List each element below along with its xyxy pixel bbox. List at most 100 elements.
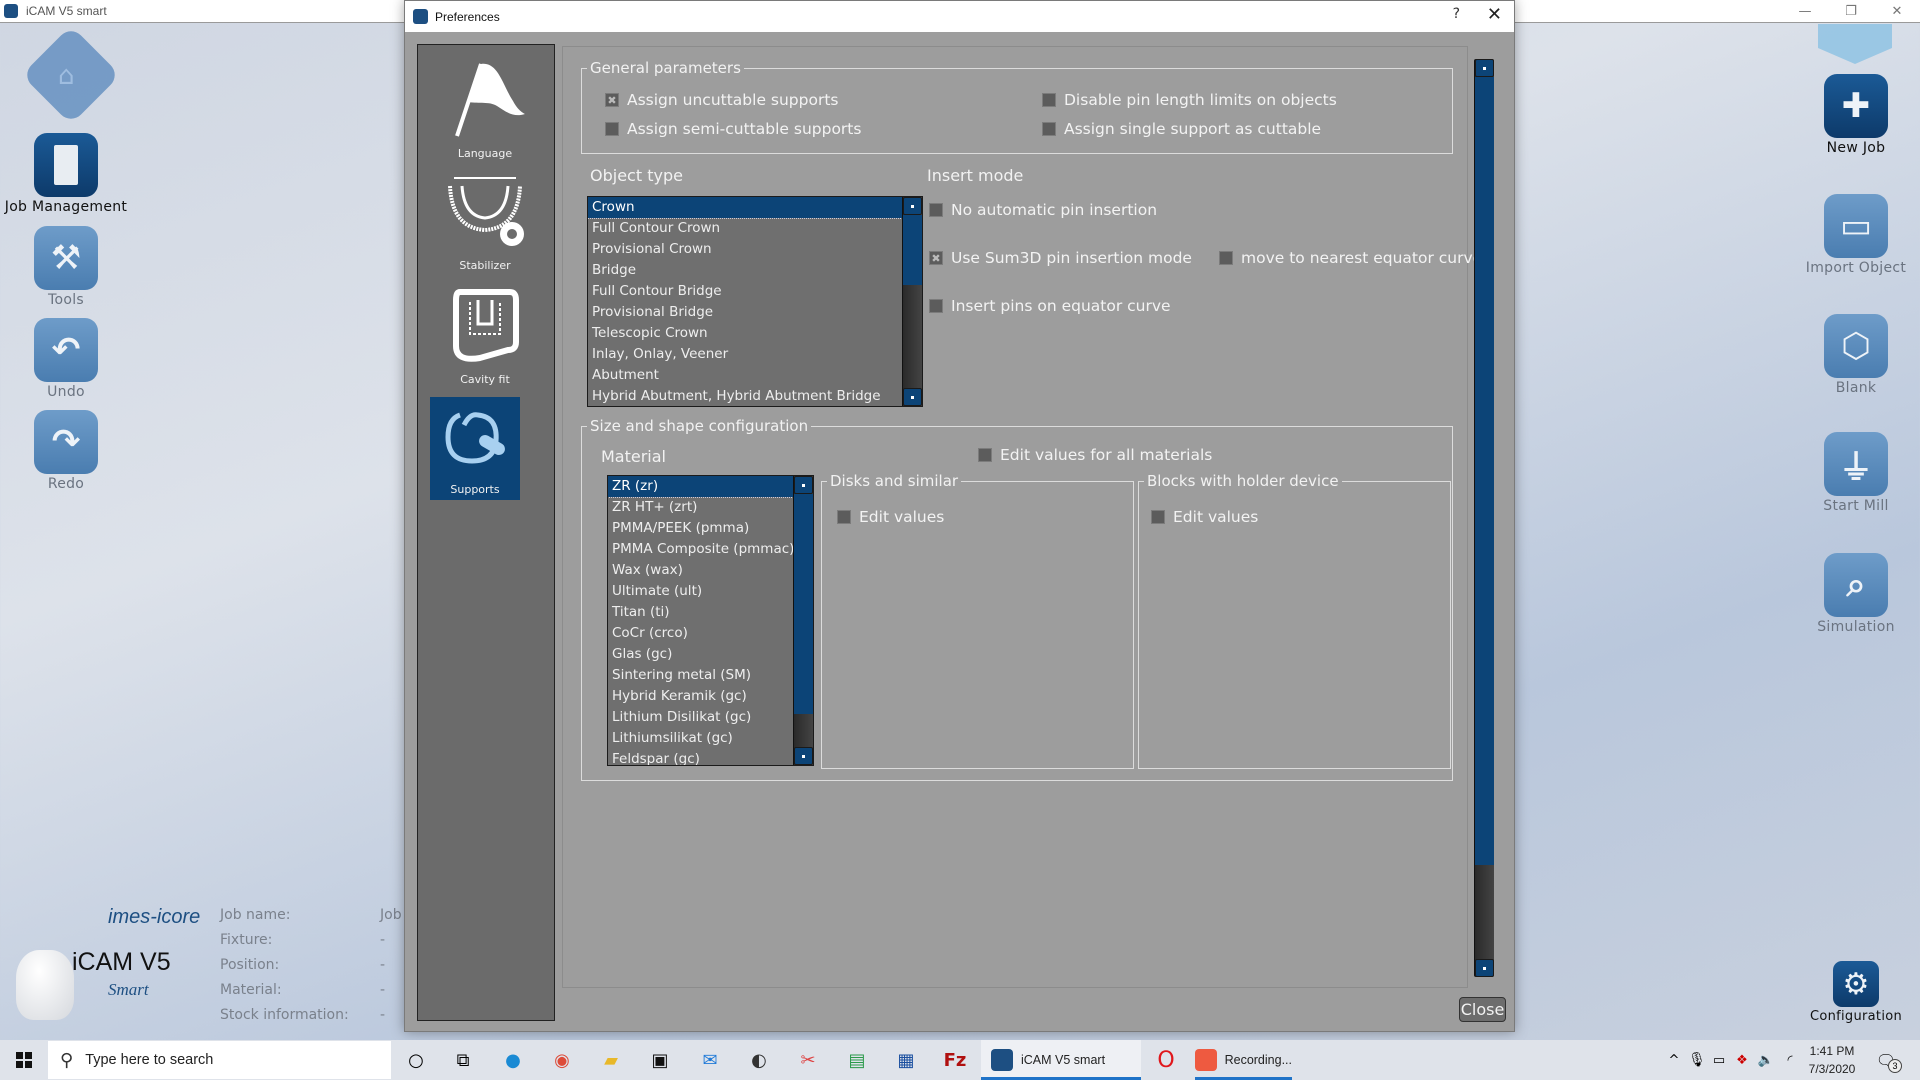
home-icon[interactable]: ⌂ [58,61,75,91]
material-item[interactable]: Wax (wax) [608,560,793,581]
material-item[interactable]: PMMA/PEEK (pmma) [608,518,793,539]
material-item[interactable]: Glas (gc) [608,644,793,665]
start-mill-button[interactable]: ⏚ Start Mill [1791,432,1920,514]
snipping-tool-icon[interactable]: ✂ [794,1046,822,1074]
cortana-icon[interactable]: ○ [402,1046,430,1074]
dialog-scroll-thumb[interactable] [1475,77,1494,865]
material-scrollbar[interactable] [793,476,813,765]
scroll-up-button[interactable] [1475,59,1494,77]
import-object-button[interactable]: ▭ Import Object [1791,194,1920,276]
edit-values-all-materials-checkbox[interactable]: Edit values for all materials [978,446,1212,464]
store-icon[interactable]: ▣ [646,1046,674,1074]
undo-button[interactable]: ↶ Undo [1,318,131,400]
scroll-down-button[interactable] [794,747,813,765]
disable-pin-length-limits-checkbox[interactable]: Disable pin length limits on objects [1042,91,1337,109]
material-info-label: Material: [220,982,282,998]
material-item[interactable]: Feldspar (gc) [608,749,793,765]
material-item[interactable]: Sintering metal (SM) [608,665,793,686]
material-item[interactable]: Hybrid Keramik (gc) [608,686,793,707]
insert-mode-label: Insert mode [927,166,1024,185]
taskbar-app-recording[interactable]: Recording... [1195,1040,1292,1080]
material-item[interactable]: ZR HT+ (zrt) [608,497,793,518]
taskbar-clock[interactable]: 1:41 PM 7/3/2020 [1802,1042,1862,1078]
material-item[interactable]: PMMA Composite (pmmac) [608,539,794,560]
scroll-thumb[interactable] [903,215,922,285]
dialog-close-icon[interactable]: ✕ [1487,4,1502,25]
material-item[interactable]: Titan (ti) [608,602,793,623]
checkbox-icon [1219,251,1233,265]
category-language[interactable]: Language [430,53,540,163]
clock-time: 1:41 PM [1809,1044,1855,1058]
mail-icon[interactable]: ✉ [696,1046,724,1074]
material-item[interactable]: Lithiumsilikat (gc) [608,728,793,749]
object-type-item[interactable]: Inlay, Onlay, Veener [588,344,902,365]
wifi-icon[interactable]: ◜ [1776,1046,1804,1074]
no-automatic-pin-insertion-checkbox[interactable]: No automatic pin insertion [929,201,1157,219]
object-type-item[interactable]: Telescopic Crown [588,323,902,344]
scroll-thumb[interactable] [794,494,813,714]
object-type-item[interactable]: Provisional Crown [588,239,902,260]
object-type-item[interactable]: Provisional Bridge [588,302,902,323]
close-button[interactable]: Close [1459,997,1506,1022]
object-type-list[interactable]: Crown Full Contour Crown Provisional Crown… [587,196,923,407]
object-type-item[interactable]: Abutment [588,365,902,386]
network-app-icon[interactable]: ▦ [892,1046,920,1074]
edge-browser-icon[interactable]: ● [499,1046,527,1074]
restore-button[interactable]: ❐ [1828,0,1874,23]
position-value: - [380,957,386,973]
minimize-button[interactable]: — [1782,0,1828,23]
help-button[interactable]: ? [1453,6,1460,22]
scroll-up-button[interactable] [903,197,922,215]
assign-semi-cuttable-supports-checkbox[interactable]: Assign semi-cuttable supports [605,120,861,138]
taskbar-search-box[interactable]: ⚲ Type here to search [48,1041,391,1079]
redo-button[interactable]: ↷ Redo [1,410,131,492]
scroll-down-button[interactable] [903,388,922,406]
material-item[interactable]: Lithium Disilikat (gc) [608,707,793,728]
insert-pins-on-equator-curve-checkbox[interactable]: Insert pins on equator curve [929,297,1171,315]
object-type-item[interactable]: Full Contour Crown [588,218,902,239]
job-management-button[interactable]: Job Management [1,133,131,215]
job-name-label: Job name: [220,907,291,923]
disks-edit-values-checkbox[interactable]: Edit values [837,508,944,526]
photos-icon[interactable]: ◐ [745,1046,773,1074]
move-to-nearest-equator-curve-checkbox[interactable]: move to nearest equator curve [1219,249,1482,267]
scroll-down-button[interactable] [1475,959,1494,977]
use-sum3d-pin-insertion-checkbox[interactable]: ✖ Use Sum3D pin insertion mode [929,249,1192,267]
blank-button[interactable]: ⬡ Blank [1791,314,1920,396]
taskbar-app-icam[interactable]: iCAM V5 smart [981,1040,1141,1080]
dialog-scrollbar[interactable] [1474,59,1494,977]
stock-info-label: Stock information: [220,1007,349,1023]
checkbox-label: Edit values [859,508,945,526]
assign-uncuttable-supports-checkbox[interactable]: ✖ Assign uncuttable supports [605,91,839,109]
material-item[interactable]: CoCr (crco) [608,623,793,644]
tools-button[interactable]: ⚒ Tools [1,226,131,308]
category-stabilizer[interactable]: Stabilizer [430,165,540,275]
object-type-item[interactable]: Bridge [588,260,902,281]
opera-browser-icon[interactable]: O [1152,1046,1180,1074]
start-button[interactable] [0,1040,48,1080]
configuration-button[interactable]: ⚙ Configuration [1791,961,1920,1024]
assign-single-support-cuttable-checkbox[interactable]: Assign single support as cuttable [1042,120,1321,138]
category-cavity-fit[interactable]: Cavity fit [430,279,540,389]
filezilla-icon[interactable]: Fz [941,1046,969,1074]
simulation-button[interactable]: ⌕ Simulation [1791,553,1920,635]
blocks-edit-values-checkbox[interactable]: Edit values [1151,508,1258,526]
position-label: Position: [220,957,280,973]
scroll-up-button[interactable] [794,476,813,494]
app-close-button[interactable]: ✕ [1874,0,1920,23]
view-cube-icon[interactable] [1818,24,1892,64]
books-app-icon[interactable]: ▤ [843,1046,871,1074]
object-type-scrollbar[interactable] [902,197,922,406]
object-type-item[interactable]: Full Contour Bridge [588,281,902,302]
object-type-item[interactable]: Hybrid Abutment, Hybrid Abutment Bridge [588,386,902,406]
category-supports[interactable]: Supports [430,397,520,500]
new-job-button[interactable]: ✚ New Job [1791,74,1920,156]
material-list[interactable]: ZR (zr) ZR HT+ (zrt) PMMA/PEEK (pmma) PMMA … [607,475,814,766]
object-type-item[interactable]: Crown [588,197,903,219]
checkbox-label: move to nearest equator curve [1241,249,1483,267]
file-explorer-icon[interactable]: ▰ [597,1046,625,1074]
material-item[interactable]: ZR (zr) [608,476,794,498]
chrome-browser-icon[interactable]: ◉ [548,1046,576,1074]
task-view-icon[interactable]: ⧉ [449,1046,477,1074]
material-item[interactable]: Ultimate (ult) [608,581,793,602]
